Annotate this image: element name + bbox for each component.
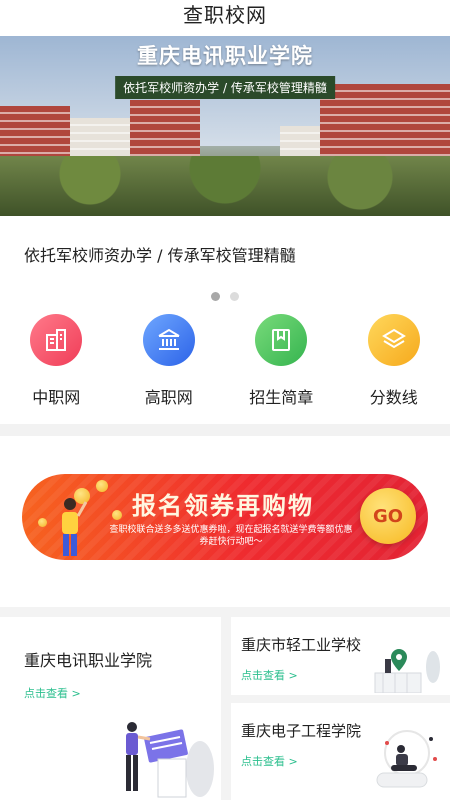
coin-icon (112, 510, 122, 520)
nav-item-label: 分数线 (369, 388, 418, 407)
school-card-title: 重庆市轻工业学校 (241, 636, 362, 654)
school-card-title: 重庆电讯职业学院 (24, 651, 153, 670)
coin-icon (96, 480, 108, 492)
view-link[interactable]: 点击查看 > (24, 685, 81, 701)
nav-item-fenshuxian[interactable]: 分数线 (338, 314, 450, 424)
banner-school-name: 重庆电讯职业学院 (137, 44, 313, 68)
promo-banner[interactable]: 报名领券再购物 查职校联合送多多送优惠券啦，现在起报名就送学费等额优惠券赶快行动… (22, 474, 428, 560)
nav-item-label: 中职网 (32, 388, 81, 407)
category-nav: 中职网 高职网 招生简章 分数线 (0, 312, 450, 424)
person-illustration-icon (62, 498, 88, 556)
promo-section: 报名领券再购物 查职校联合送多多送优惠券啦，现在起报名就送学费等额优惠券赶快行动… (0, 436, 450, 591)
carousel-dot[interactable] (230, 292, 239, 301)
school-card[interactable]: 重庆电子工程学院 点击查看 > (231, 703, 450, 800)
banner-caption: 依托军校师资办学 / 传承军校管理精髓 (24, 246, 296, 265)
nav-item-zhaosheng[interactable]: 招生简章 (225, 314, 338, 424)
building-icon (30, 314, 83, 366)
view-link[interactable]: 点击查看 > (241, 667, 298, 683)
go-button[interactable]: GO (360, 488, 416, 544)
promo-text: 查职校联合送多多送优惠券啦，现在起报名就送学费等额优惠券赶快行动吧～ (109, 525, 353, 547)
presenter-illustration-icon (126, 722, 214, 798)
app-title: 查职校网 (183, 2, 267, 27)
view-link[interactable]: 点击查看 > (241, 753, 298, 769)
institution-icon (142, 314, 195, 366)
book-icon (255, 314, 308, 366)
school-card-title: 重庆电子工程学院 (241, 722, 362, 740)
carousel-indicator (0, 292, 450, 312)
nav-item-label: 高职网 (144, 388, 193, 407)
nav-item-gaozhi[interactable]: 高职网 (113, 314, 226, 424)
layers-icon (367, 314, 420, 366)
nav-item-label: 招生简章 (249, 388, 314, 407)
coin-icon (38, 518, 47, 527)
promo-title: 报名领券再购物 (132, 492, 314, 520)
app-screen: 查职校网 重庆电讯职业学院 依托军校师资办学 / 传承军校管理精髓 依托军校师资… (0, 0, 450, 800)
school-card[interactable]: 重庆市轻工业学校 点击查看 > (231, 617, 450, 695)
top-bar: 查职校网 (0, 0, 450, 36)
map-illustration-icon (374, 649, 440, 693)
meditation-illustration-icon (376, 730, 437, 788)
banner-trees (0, 156, 450, 216)
hero-banner[interactable]: 重庆电讯职业学院 依托军校师资办学 / 传承军校管理精髓 (0, 36, 450, 216)
carousel-dot-active[interactable] (211, 292, 220, 301)
school-card[interactable]: 重庆电讯职业学院 点击查看 > (0, 617, 221, 800)
section-divider (0, 424, 450, 436)
banner-tagline: 依托军校师资办学 / 传承军校管理精髓 (115, 76, 335, 99)
nav-item-zhongzhi[interactable]: 中职网 (0, 314, 113, 424)
